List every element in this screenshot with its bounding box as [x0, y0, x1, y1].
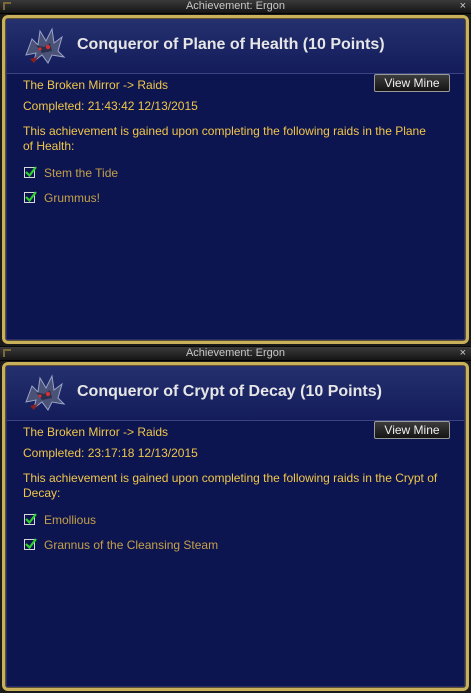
requirement-label: Emollious: [44, 513, 97, 527]
achievement-title: Conqueror of Crypt of Decay (10 Points): [77, 383, 382, 400]
dragon-emblem-icon: [25, 374, 66, 411]
achievement-description: This achievement is gained upon completi…: [23, 471, 438, 500]
achievement-category: The Broken Mirror -> Raids: [23, 78, 169, 92]
requirement-item: Emollious: [24, 513, 96, 527]
achievement-title: Conqueror of Plane of Health (10 Points): [77, 36, 385, 53]
checkbox-checked-icon: [24, 166, 37, 179]
view-mine-button[interactable]: View Mine: [374, 421, 450, 439]
completion-timestamp: Completed: 23:17:18 12/13/2015: [23, 446, 198, 460]
view-mine-button[interactable]: View Mine: [374, 74, 450, 92]
achievement-description: This achievement is gained upon completi…: [23, 124, 426, 153]
achievement-panel: Conqueror of Plane of Health (10 Points)…: [6, 19, 465, 340]
achievement-panel: Conqueror of Crypt of Decay (10 Points) …: [6, 366, 465, 687]
checkbox-checked-icon: [24, 191, 37, 204]
achievement-category: The Broken Mirror -> Raids: [23, 425, 169, 439]
achievement-window: Achievement: Ergon × Conqueror of Crypt …: [0, 347, 471, 693]
requirement-label: Grannus of the Cleansing Steam: [44, 538, 219, 552]
requirement-item: Grannus of the Cleansing Steam: [24, 538, 218, 552]
achievement-window: Achievement: Ergon × Conqueror of Plane …: [0, 0, 471, 346]
window-frame: Conqueror of Crypt of Decay (10 Points) …: [2, 362, 469, 691]
window-frame: Conqueror of Plane of Health (10 Points)…: [2, 15, 469, 344]
achievement-header: Conqueror of Crypt of Decay (10 Points): [7, 367, 464, 421]
requirement-label: Stem the Tide: [44, 166, 119, 180]
requirement-item: Stem the Tide: [24, 166, 118, 180]
dragon-emblem-icon: [25, 27, 66, 64]
close-icon[interactable]: ×: [460, 347, 466, 360]
window-titlebar[interactable]: Achievement: Ergon ×: [0, 347, 471, 361]
achievement-header: Conqueror of Plane of Health (10 Points): [7, 20, 464, 74]
checkbox-checked-icon: [24, 513, 37, 526]
window-title: Achievement: Ergon: [185, 0, 286, 12]
window-titlebar[interactable]: Achievement: Ergon ×: [0, 0, 471, 14]
window-title: Achievement: Ergon: [185, 347, 286, 359]
requirement-item: Grummus!: [24, 191, 100, 205]
checkbox-checked-icon: [24, 538, 37, 551]
close-icon[interactable]: ×: [460, 0, 466, 13]
completion-timestamp: Completed: 21:43:42 12/13/2015: [23, 99, 198, 113]
requirement-label: Grummus!: [44, 191, 101, 205]
